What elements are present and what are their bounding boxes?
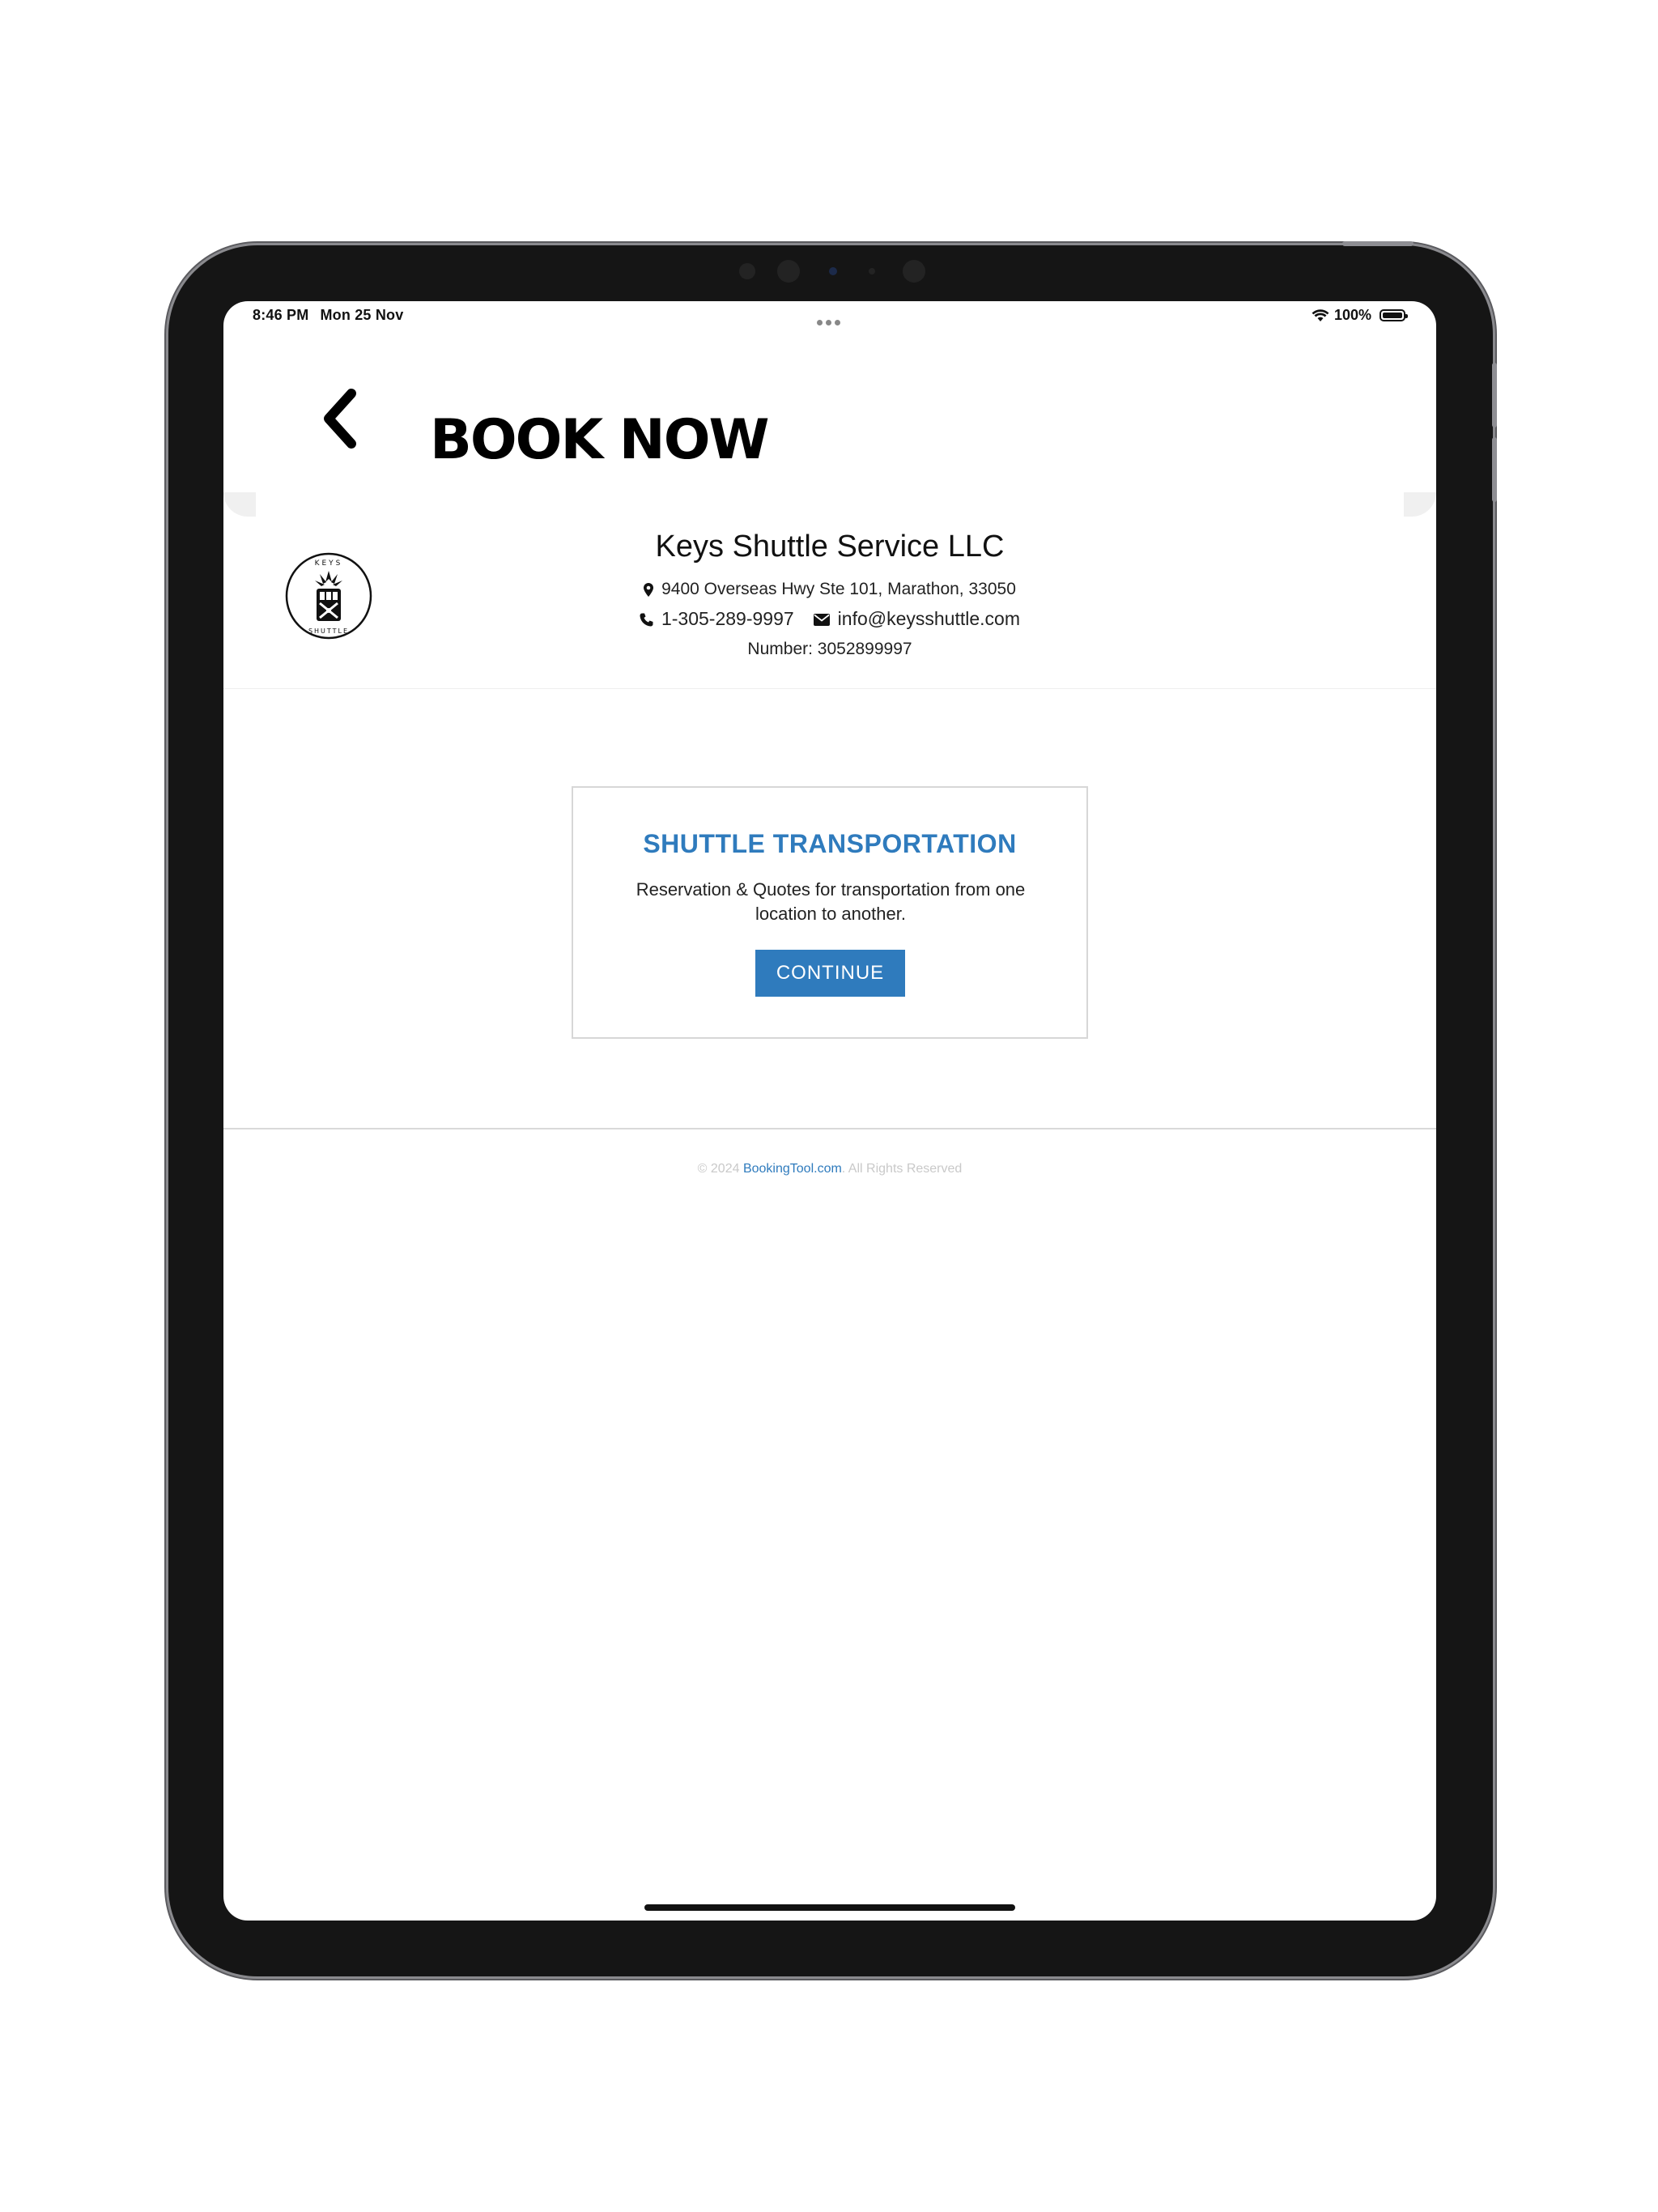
camera-sensor xyxy=(869,268,875,274)
phone-icon xyxy=(640,613,653,627)
screen: 8:46 PM Mon 25 Nov 100% BOOK NOW KEYS SH… xyxy=(223,301,1436,1921)
chevron-left-icon xyxy=(324,389,356,449)
battery-percent: 100% xyxy=(1333,307,1371,323)
wifi-icon xyxy=(1312,308,1329,321)
camera-sensor xyxy=(903,260,925,283)
company-address: 9400 Overseas Hwy Ste 101, Marathon, 330… xyxy=(661,580,1016,598)
footer-prefix: © 2024 xyxy=(697,1162,743,1176)
status-date: Mon 25 Nov xyxy=(320,307,404,323)
volume-up-button xyxy=(1492,363,1497,428)
camera-lens xyxy=(829,267,837,275)
footer-copyright: © 2024 BookingTool.com. All Rights Reser… xyxy=(223,1162,1436,1176)
continue-button[interactable]: CONTINUE xyxy=(755,950,905,997)
company-address-line: 9400 Overseas Hwy Ste 101, Marathon, 330… xyxy=(223,580,1436,599)
status-indicators: 100% xyxy=(1312,307,1408,324)
app-header: BOOK NOW xyxy=(223,334,1436,504)
camera-sensor xyxy=(777,260,800,283)
service-description: Reservation & Quotes for transportation … xyxy=(636,879,1026,924)
top-button xyxy=(1342,241,1414,246)
status-bar: 8:46 PM Mon 25 Nov 100% xyxy=(223,301,1436,334)
company-contact-line: 1-305-289-9997 info@keysshuttle.com xyxy=(223,608,1436,630)
page-title: BOOK NOW xyxy=(430,408,770,472)
map-marker-icon xyxy=(644,582,654,597)
status-time: 8:46 PM xyxy=(253,307,309,323)
company-email[interactable]: info@keysshuttle.com xyxy=(838,608,1020,629)
company-number: Number: 3052899997 xyxy=(747,640,912,658)
company-phone[interactable]: 1-305-289-9997 xyxy=(661,608,794,629)
battery-icon xyxy=(1380,309,1408,321)
company-info: KEYS SHUTTLE Keys Shuttle Service LLC 94… xyxy=(223,508,1436,689)
back-button[interactable] xyxy=(311,382,369,455)
footer-divider xyxy=(223,1128,1436,1129)
home-indicator[interactable] xyxy=(644,1904,1015,1911)
multitasking-dots-icon[interactable] xyxy=(817,313,844,330)
footer-suffix: . All Rights Reserved xyxy=(841,1162,963,1176)
service-card: SHUTTLE TRANSPORTATION Reservation & Quo… xyxy=(572,786,1088,1039)
status-time-date: 8:46 PM Mon 25 Nov xyxy=(253,307,414,324)
service-title: SHUTTLE TRANSPORTATION xyxy=(643,829,1017,858)
volume-down-button xyxy=(1492,437,1497,502)
company-name: Keys Shuttle Service LLC xyxy=(655,530,1005,564)
envelope-icon xyxy=(813,614,830,627)
footer-link[interactable]: BookingTool.com xyxy=(743,1162,842,1176)
camera-sensor xyxy=(739,263,755,279)
